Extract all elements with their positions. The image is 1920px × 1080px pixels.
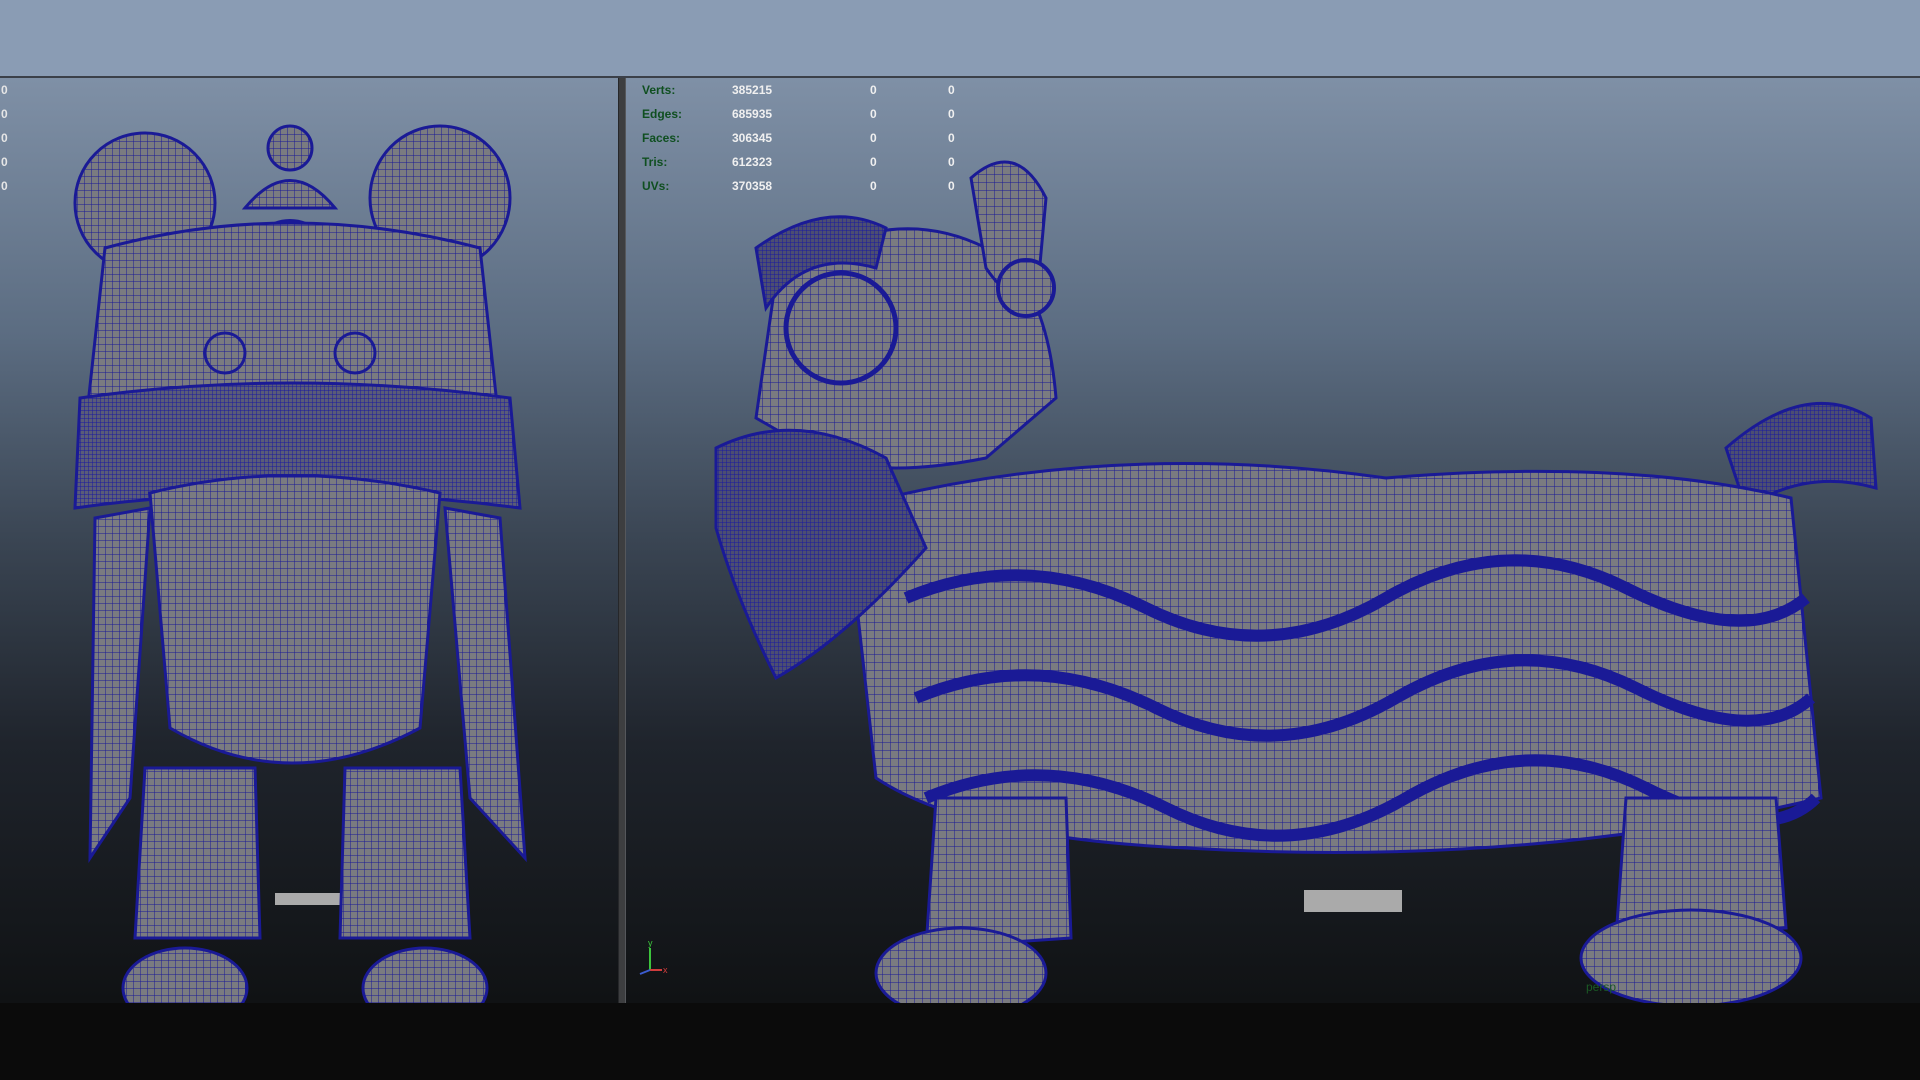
hud-selected-value: 0 (870, 107, 877, 121)
hud-selected-value: 0 (948, 107, 955, 121)
hud-row-edges: Edges: 685935 0 0 (642, 102, 955, 126)
hud-value: 306345 (732, 131, 773, 145)
hud-selected-value: 0 (948, 155, 955, 169)
camera-label: persp (1586, 980, 1617, 994)
hud-value: 612323 (732, 155, 773, 169)
hud-row-verts: Verts: 385215 0 0 (642, 78, 955, 102)
lion-side-mesh (714, 160, 1878, 1003)
hud-selected-value: 0 (870, 83, 877, 97)
axis-x-label: x (663, 965, 668, 975)
viewport-divider[interactable] (618, 78, 626, 1003)
toolbar-strip (0, 0, 1920, 76)
hud-selected-value: 0 (948, 83, 955, 97)
hud-selected-value: 0 (870, 179, 877, 193)
viewport-front[interactable]: 0 0 0 0 0 (0, 78, 618, 1003)
hud-selected-value: 0 (870, 155, 877, 169)
hud-value: 685935 (732, 107, 773, 121)
viewport-persp[interactable]: Verts: 385215 0 0 Edges: 685935 0 0 Face… (626, 78, 1920, 1003)
hud-row-faces: Faces: 306345 0 0 (642, 126, 955, 150)
ground-plane (1304, 890, 1402, 912)
hud-row-tris: Tris: 612323 0 0 (642, 150, 955, 174)
hud-selected-value: 0 (870, 131, 877, 145)
hud-label: Tris: (642, 155, 668, 169)
hud-value: 385215 (732, 83, 773, 97)
hud-selected-value: 0 (948, 179, 955, 193)
hud-label: Verts: (642, 83, 676, 97)
axis-y-label: y (648, 938, 653, 948)
bottom-area (0, 1003, 1920, 1080)
hud-label: Edges: (642, 107, 683, 121)
hud-value: 370358 (732, 179, 773, 193)
hud-label: Faces: (642, 131, 681, 145)
hud-poly-count: Verts: 385215 0 0 Edges: 685935 0 0 Face… (642, 78, 955, 198)
hud-selected-value: 0 (948, 131, 955, 145)
lion-front-mesh (73, 124, 527, 1003)
hud-row-uvs: UVs: 370358 0 0 (642, 174, 955, 198)
maya-workspace: 0 0 0 0 0 Verts: 385215 0 0 Edges: 68593… (0, 0, 1920, 1080)
hud-label: UVs: (642, 179, 670, 193)
axis-gizmo-icon: y x (639, 938, 668, 975)
